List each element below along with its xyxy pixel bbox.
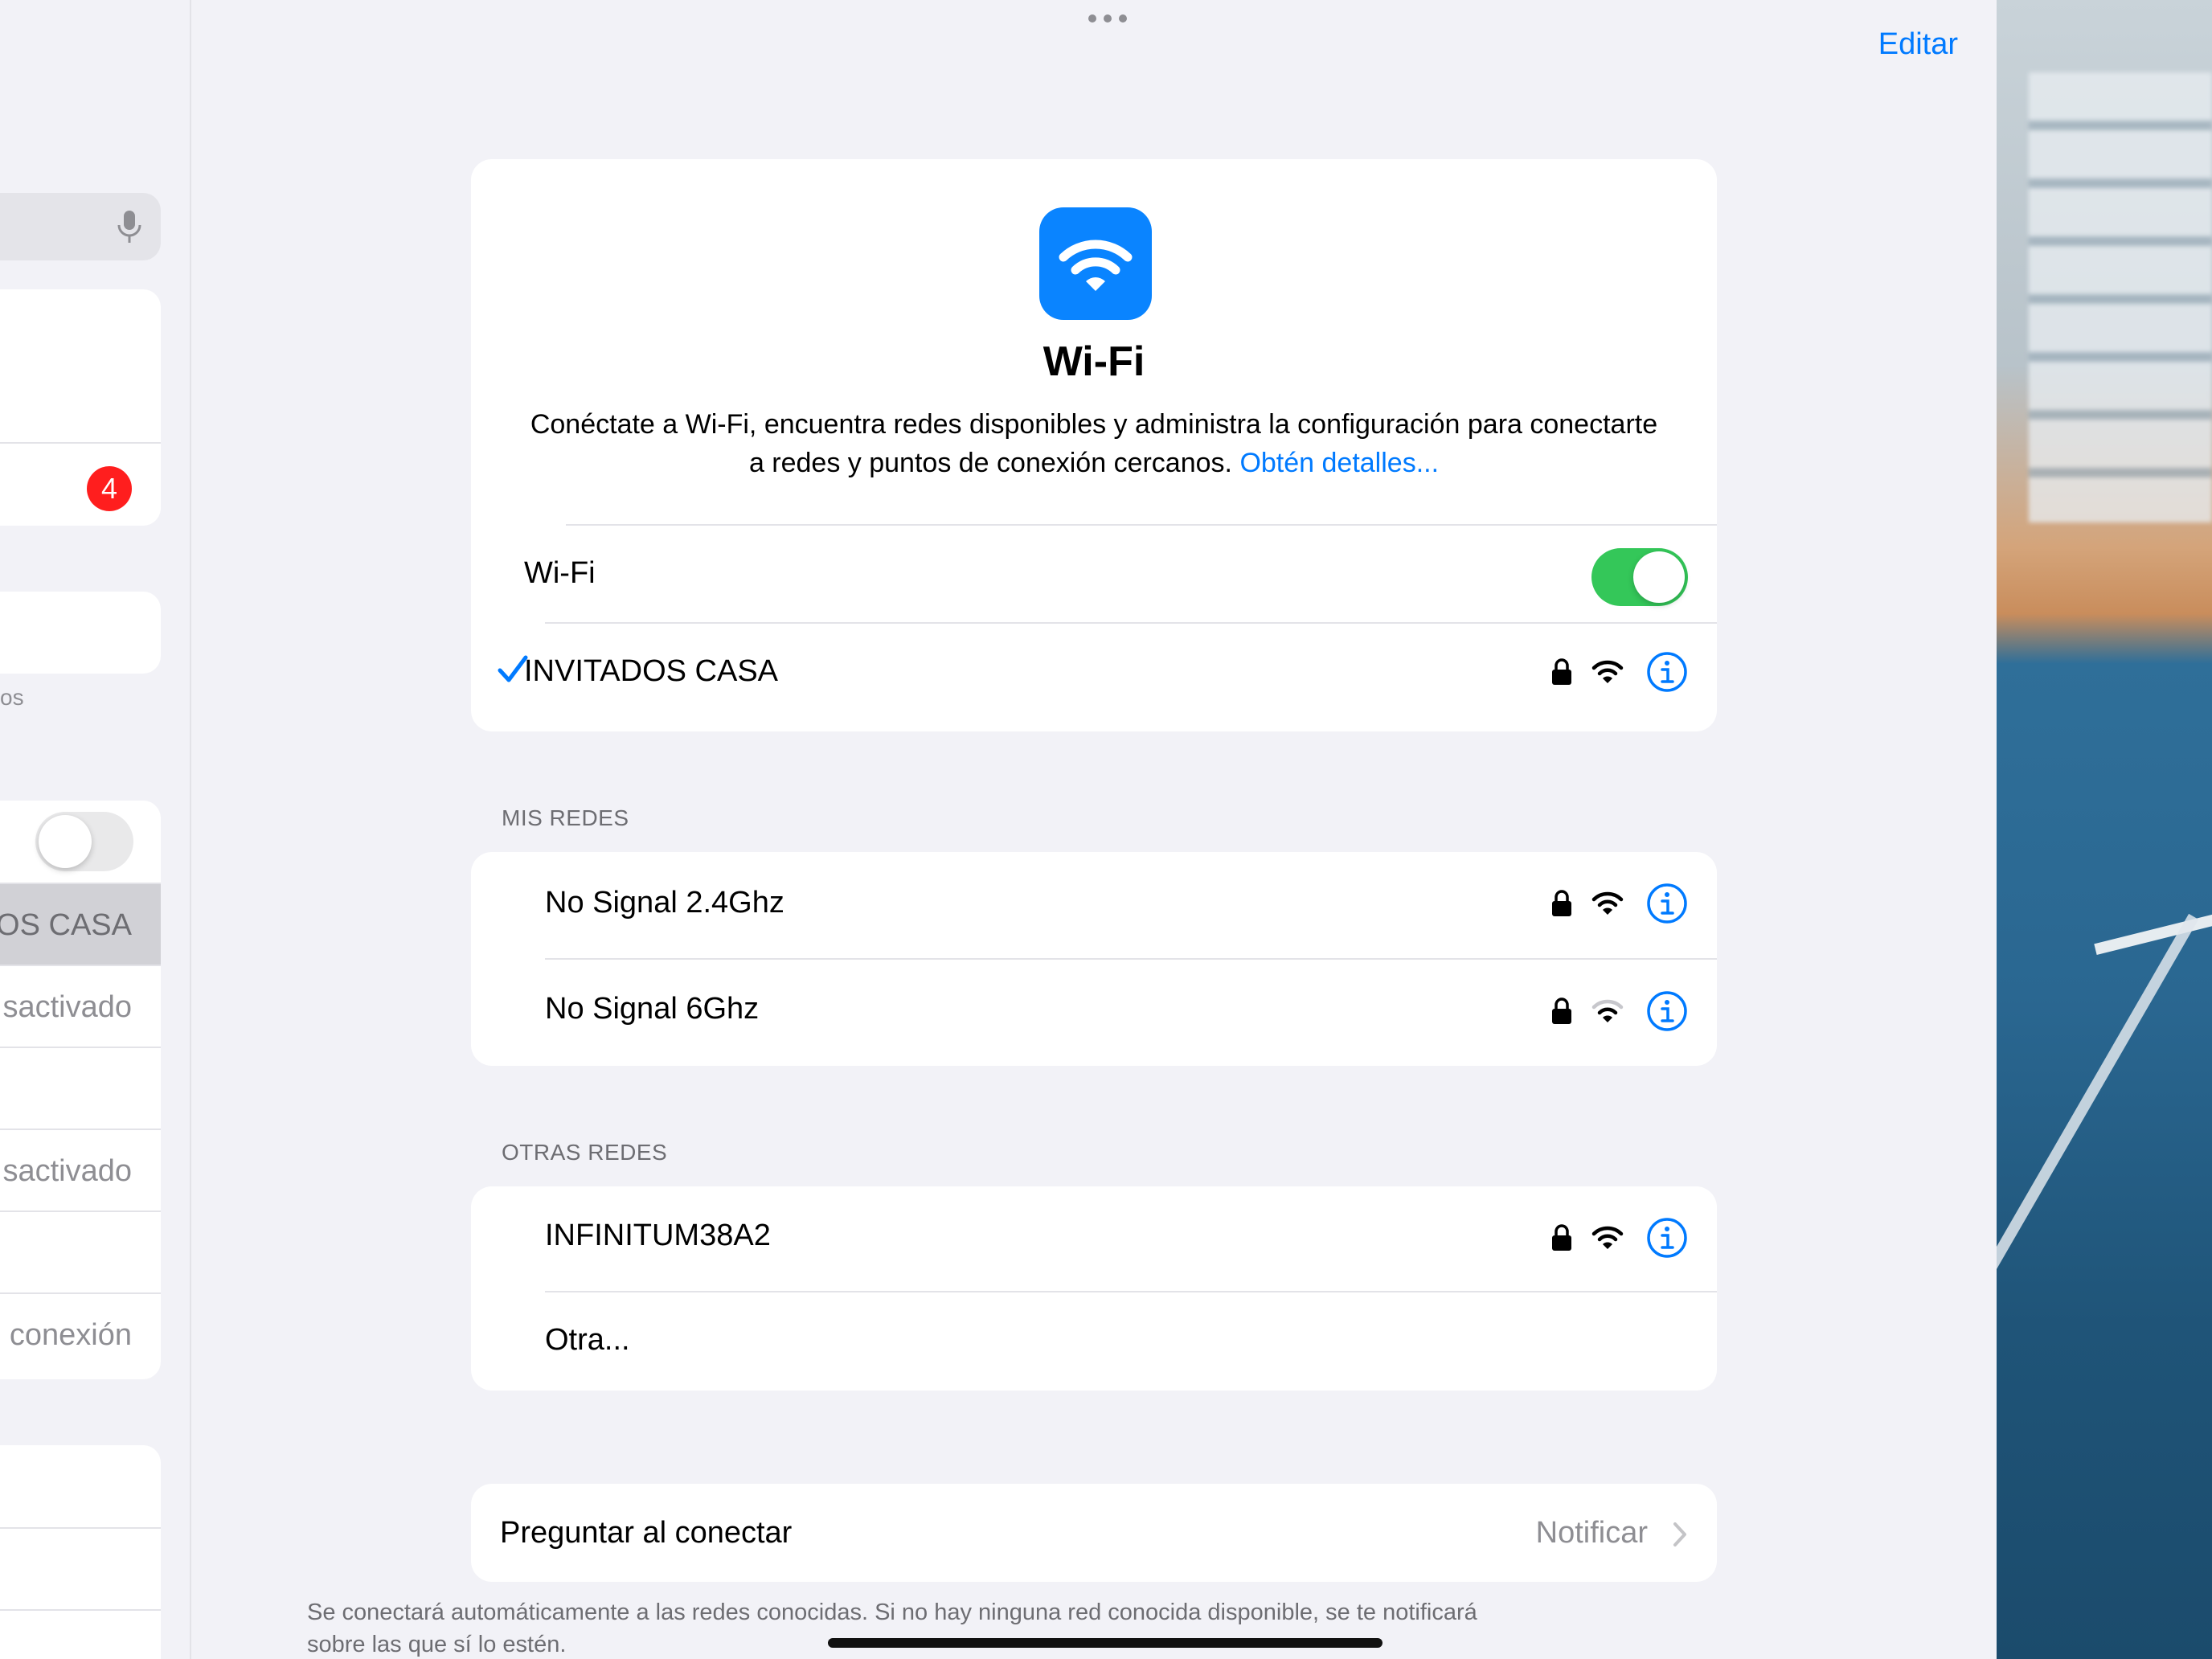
sidebar-search-field[interactable] xyxy=(0,193,161,260)
network-row[interactable]: No Signal 2.4Ghz xyxy=(471,852,1717,958)
home-indicator[interactable] xyxy=(828,1638,1382,1648)
ask-to-join-value: Notificar xyxy=(1535,1516,1648,1550)
network-name: INFINITUM38A2 xyxy=(545,1219,771,1252)
network-status-icons xyxy=(1551,649,1688,694)
section-header-other-networks: OTRAS REDES xyxy=(502,1140,668,1165)
info-icon[interactable] xyxy=(1646,990,1688,1032)
sidebar-group-general xyxy=(0,1445,161,1659)
sidebar: 4 os OS CASA sactivado sactivado conexió… xyxy=(0,0,191,1659)
network-status-icons xyxy=(1551,989,1688,1034)
other-network-row[interactable]: Otra... xyxy=(471,1292,1717,1391)
connected-network-row[interactable]: INVITADOS CASA xyxy=(471,624,1717,727)
notification-badge: 4 xyxy=(87,466,132,511)
sidebar-item[interactable] xyxy=(0,1609,161,1659)
sidebar-group-connectivity: OS CASA sactivado sactivado conexión xyxy=(0,801,161,1379)
sidebar-item-airplane[interactable] xyxy=(0,801,161,883)
network-name: No Signal 2.4Ghz xyxy=(545,886,784,920)
ask-to-join-footnote: Se conectará automáticamente a las redes… xyxy=(307,1600,1477,1657)
learn-more-link[interactable]: Obtén detalles... xyxy=(1239,448,1439,478)
page-description: Conéctate a Wi-Fi, encuentra redes dispo… xyxy=(519,405,1669,482)
wallpaper-boat xyxy=(1997,913,2212,1546)
sidebar-item-vpn[interactable]: conexión xyxy=(0,1292,161,1374)
wifi-settings-panel: Editar Wi-Fi Conéctate a Wi-Fi, encuentr… xyxy=(193,0,1997,1659)
network-row[interactable]: No Signal 6Ghz xyxy=(471,960,1717,1066)
sidebar-item-wifi[interactable]: OS CASA xyxy=(0,883,161,965)
sidebar-item-battery[interactable] xyxy=(0,1210,161,1292)
sidebar-item-value: sactivado xyxy=(2,990,132,1024)
wifi-toggle-label: Wi-Fi xyxy=(524,556,596,590)
wifi-icon xyxy=(1059,240,1133,291)
wifi-app-icon xyxy=(1039,207,1152,320)
section-header-my-networks: MIS REDES xyxy=(502,805,629,830)
other-networks-list: INFINITUM38A2 Otra... xyxy=(471,1186,1717,1391)
wifi-signal-icon xyxy=(1591,891,1624,915)
sidebar-item-value: conexión xyxy=(9,1318,132,1352)
sidebar-group-account: 4 xyxy=(0,289,161,526)
sidebar-item-updates[interactable]: 4 xyxy=(0,442,161,524)
other-network-label: Otra... xyxy=(545,1323,630,1357)
sidebar-item-value: sactivado xyxy=(2,1154,132,1188)
multitasking-grabber[interactable] xyxy=(1088,11,1127,24)
sidebar-caption: os xyxy=(0,685,24,710)
lock-icon xyxy=(1552,997,1571,1024)
info-icon[interactable] xyxy=(1646,1217,1688,1259)
wifi-hero-card: Wi-Fi Conéctate a Wi-Fi, encuentra redes… xyxy=(471,159,1717,731)
edit-button[interactable]: Editar xyxy=(1878,27,1958,62)
lock-icon xyxy=(1552,1224,1571,1251)
airplane-toggle[interactable] xyxy=(35,812,133,871)
wifi-signal-icon xyxy=(1591,1226,1624,1249)
microphone-icon[interactable] xyxy=(116,209,143,244)
network-name: INVITADOS CASA xyxy=(524,654,779,688)
network-status-icons xyxy=(1551,881,1688,926)
lock-icon xyxy=(1552,658,1571,685)
info-icon[interactable] xyxy=(1646,651,1688,693)
wifi-signal-icon xyxy=(1591,660,1624,683)
sidebar-item[interactable] xyxy=(0,1527,161,1609)
sidebar-item-bluetooth[interactable]: sactivado xyxy=(0,965,161,1047)
network-status-icons xyxy=(1551,1215,1688,1260)
sidebar-item-label: OS CASA xyxy=(0,908,132,942)
sidebar-item-hotspot[interactable]: sactivado xyxy=(0,1129,161,1210)
ask-to-join-label: Preguntar al conectar xyxy=(500,1516,793,1550)
wallpaper-image xyxy=(1997,0,2212,1659)
wallpaper-building xyxy=(2029,72,2212,522)
my-networks-list: No Signal 2.4Ghz No Signal 6Ghz xyxy=(471,852,1717,1066)
chevron-right-icon xyxy=(1673,1522,1686,1546)
sidebar-item-cellular[interactable] xyxy=(0,1047,161,1129)
wifi-toggle-row: Wi-Fi xyxy=(471,526,1717,629)
wifi-toggle[interactable] xyxy=(1591,548,1688,606)
info-icon[interactable] xyxy=(1646,883,1688,924)
description-text: Conéctate a Wi-Fi, encuentra redes dispo… xyxy=(530,409,1658,478)
wifi-weak-signal-icon xyxy=(1591,999,1624,1022)
ask-to-join-row[interactable]: Preguntar al conectar Notificar xyxy=(471,1484,1717,1582)
page-title: Wi-Fi xyxy=(1043,338,1145,385)
sidebar-group-single[interactable] xyxy=(0,592,161,674)
network-row[interactable]: INFINITUM38A2 xyxy=(471,1186,1717,1291)
network-name: No Signal 6Ghz xyxy=(545,992,760,1026)
lock-icon xyxy=(1552,890,1571,916)
